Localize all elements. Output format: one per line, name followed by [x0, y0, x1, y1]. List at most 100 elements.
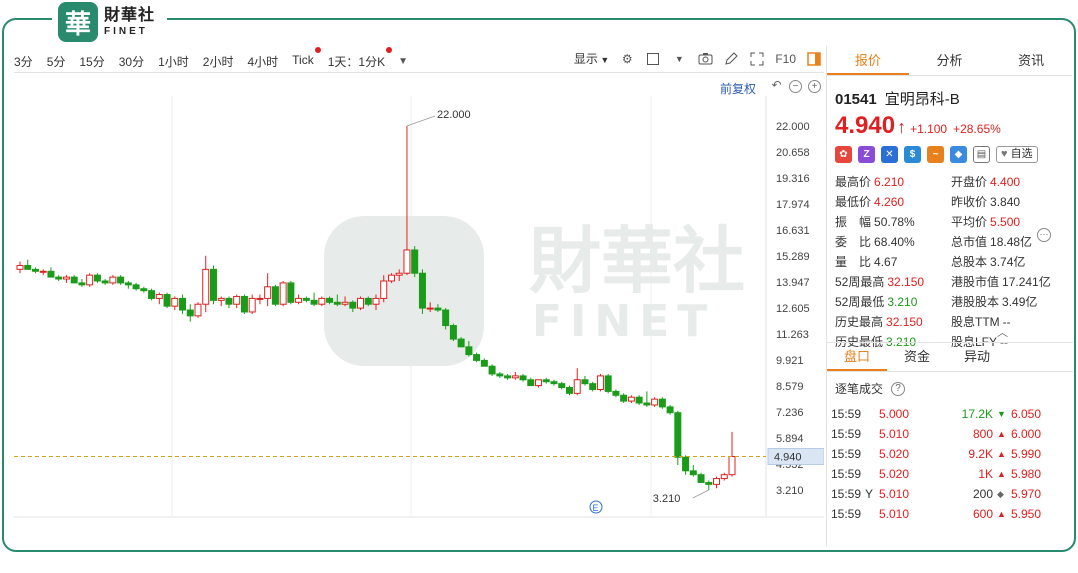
- tick-time: 15:59: [831, 427, 862, 441]
- candle-body: [209, 268, 217, 301]
- chevron-up-icon[interactable]: ︿: [997, 324, 1008, 340]
- price-change: +1.100: [910, 122, 948, 136]
- checkbox-icon[interactable]: [645, 51, 661, 67]
- wave-icon[interactable]: ~: [927, 146, 944, 163]
- candle-body: [93, 274, 101, 282]
- candle-body: [519, 375, 527, 381]
- candle-body: [426, 307, 434, 310]
- stat-label: 委 比: [835, 235, 872, 249]
- camera-icon[interactable]: [697, 51, 713, 67]
- candle-body: [271, 286, 279, 305]
- candle-body: [604, 375, 612, 392]
- chart-toolbar: 3分 5分 15分 30分 1小时 2小时 4小时 Tick 1天：1分K ▼ 显示 ▼ ⚙ ▼…: [14, 46, 824, 72]
- help-icon[interactable]: ?: [891, 381, 906, 396]
- candlestick-chart[interactable]: 財華社FINET 22.000 20.658 19.316 17.974 16.631 15…: [14, 96, 824, 521]
- timeframe-6[interactable]: 4小时: [247, 53, 278, 70]
- candle-body: [682, 456, 690, 472]
- stat-label: 平均价: [951, 215, 988, 229]
- note-icon[interactable]: ▤: [973, 146, 990, 163]
- candle-body: [124, 282, 132, 286]
- sub-tab-2[interactable]: 异动: [947, 343, 1007, 371]
- stat-item: 委 比 68.40%: [835, 233, 951, 250]
- candle-body: [527, 379, 535, 387]
- stat-value: 17.241亿: [1002, 275, 1051, 289]
- tick-vol: 9.2K: [968, 447, 993, 461]
- timeframe-3[interactable]: 30分: [119, 53, 144, 70]
- candle-body: [620, 394, 628, 402]
- sub-tab-1[interactable]: 资金: [887, 343, 947, 371]
- timeframe-7[interactable]: Tick: [292, 46, 321, 70]
- new-dot-icon: [386, 46, 393, 53]
- sub-tab-0[interactable]: 盘口: [827, 343, 887, 371]
- stat-value: 3.74亿: [990, 255, 1026, 269]
- tick-vol: 800: [972, 427, 993, 441]
- dollar-icon[interactable]: $: [904, 146, 921, 163]
- y-tick-label: 8.579: [776, 381, 804, 393]
- add-favorite-button[interactable]: ♥ 自选: [996, 146, 1038, 163]
- candle-body: [341, 301, 349, 305]
- panel-tab-0[interactable]: 报价: [827, 46, 909, 75]
- settings-icon[interactable]: ⚙: [619, 51, 635, 67]
- stat-item: 量 比 4.67: [835, 253, 951, 270]
- timeframe-5[interactable]: 2小时: [203, 53, 234, 70]
- stat-value: 50.78%: [874, 215, 915, 229]
- hk-flower-icon[interactable]: ✿: [835, 146, 852, 163]
- pen-icon[interactable]: [723, 51, 739, 67]
- candle-body: [364, 297, 372, 305]
- display-menu-button[interactable]: 显示 ▼: [574, 50, 609, 67]
- candle-body: [380, 280, 388, 299]
- tick-bid: 5.990: [1010, 447, 1041, 461]
- fullscreen-icon[interactable]: [749, 51, 765, 67]
- y-tick-label: 11.263: [776, 329, 809, 341]
- undo-icon[interactable]: ↶: [770, 79, 783, 93]
- candle-body: [651, 398, 659, 406]
- candle-body: [248, 297, 256, 313]
- candle-body: [109, 276, 117, 284]
- stat-value: 18.48亿: [990, 235, 1033, 249]
- y-tick-label: 9.921: [776, 355, 804, 367]
- f10-button[interactable]: F10: [775, 52, 796, 66]
- chevron-down-icon[interactable]: ▼: [671, 51, 687, 67]
- candle-body: [449, 325, 457, 340]
- stat-label: 开盘价: [951, 175, 988, 189]
- brand-name-en: FINET: [104, 25, 148, 37]
- chevron-down-icon[interactable]: ▼: [395, 53, 411, 69]
- stat-value: 32.150: [887, 275, 925, 289]
- candle-body: [674, 412, 682, 458]
- heart-icon: ♥: [1001, 148, 1008, 160]
- sub-tabs: 盘口 资金 异动: [827, 342, 1073, 372]
- stat-label: 52周最高: [835, 275, 885, 289]
- timeframe-2[interactable]: 15分: [79, 53, 104, 70]
- more-icon[interactable]: ···: [1037, 228, 1051, 242]
- timeframe-8[interactable]: 1天：1分K: [328, 46, 393, 70]
- panel-toggle-icon[interactable]: [806, 51, 822, 67]
- y-tick-label: 17.974: [776, 199, 810, 211]
- panel-tab-2[interactable]: 资讯: [990, 46, 1072, 75]
- stat-item: 52周最低 3.210: [835, 293, 951, 310]
- tick-bid: 6.000: [1010, 427, 1041, 441]
- candle-body: [171, 297, 179, 307]
- tag-icon[interactable]: ◆: [950, 146, 967, 163]
- timeframe-0[interactable]: 3分: [14, 53, 33, 70]
- margin-icon[interactable]: Z: [858, 146, 875, 163]
- tick-time: 15:59: [831, 507, 862, 521]
- candle-body: [535, 379, 543, 387]
- stock-code: 01541: [835, 91, 877, 108]
- candle-body: [418, 272, 426, 309]
- candle-body: [504, 375, 512, 379]
- panel-tab-1[interactable]: 分析: [909, 46, 991, 75]
- candle-body: [403, 249, 411, 274]
- candle-body: [697, 474, 705, 483]
- candle-body: [728, 455, 736, 476]
- stat-item: 开盘价 4.400: [951, 173, 1071, 190]
- shuffle-icon[interactable]: ✕: [881, 146, 898, 163]
- price-adjust-button[interactable]: 前复权: [720, 80, 756, 97]
- candle-body: [62, 276, 70, 280]
- zoom-out-icon[interactable]: −: [789, 80, 802, 93]
- candle-body: [627, 396, 635, 402]
- timeframe-4[interactable]: 1小时: [158, 53, 189, 70]
- candle-body: [457, 338, 465, 348]
- timeframe-1[interactable]: 5分: [47, 53, 66, 70]
- zoom-in-icon[interactable]: +: [808, 80, 821, 93]
- candle-body: [101, 280, 109, 284]
